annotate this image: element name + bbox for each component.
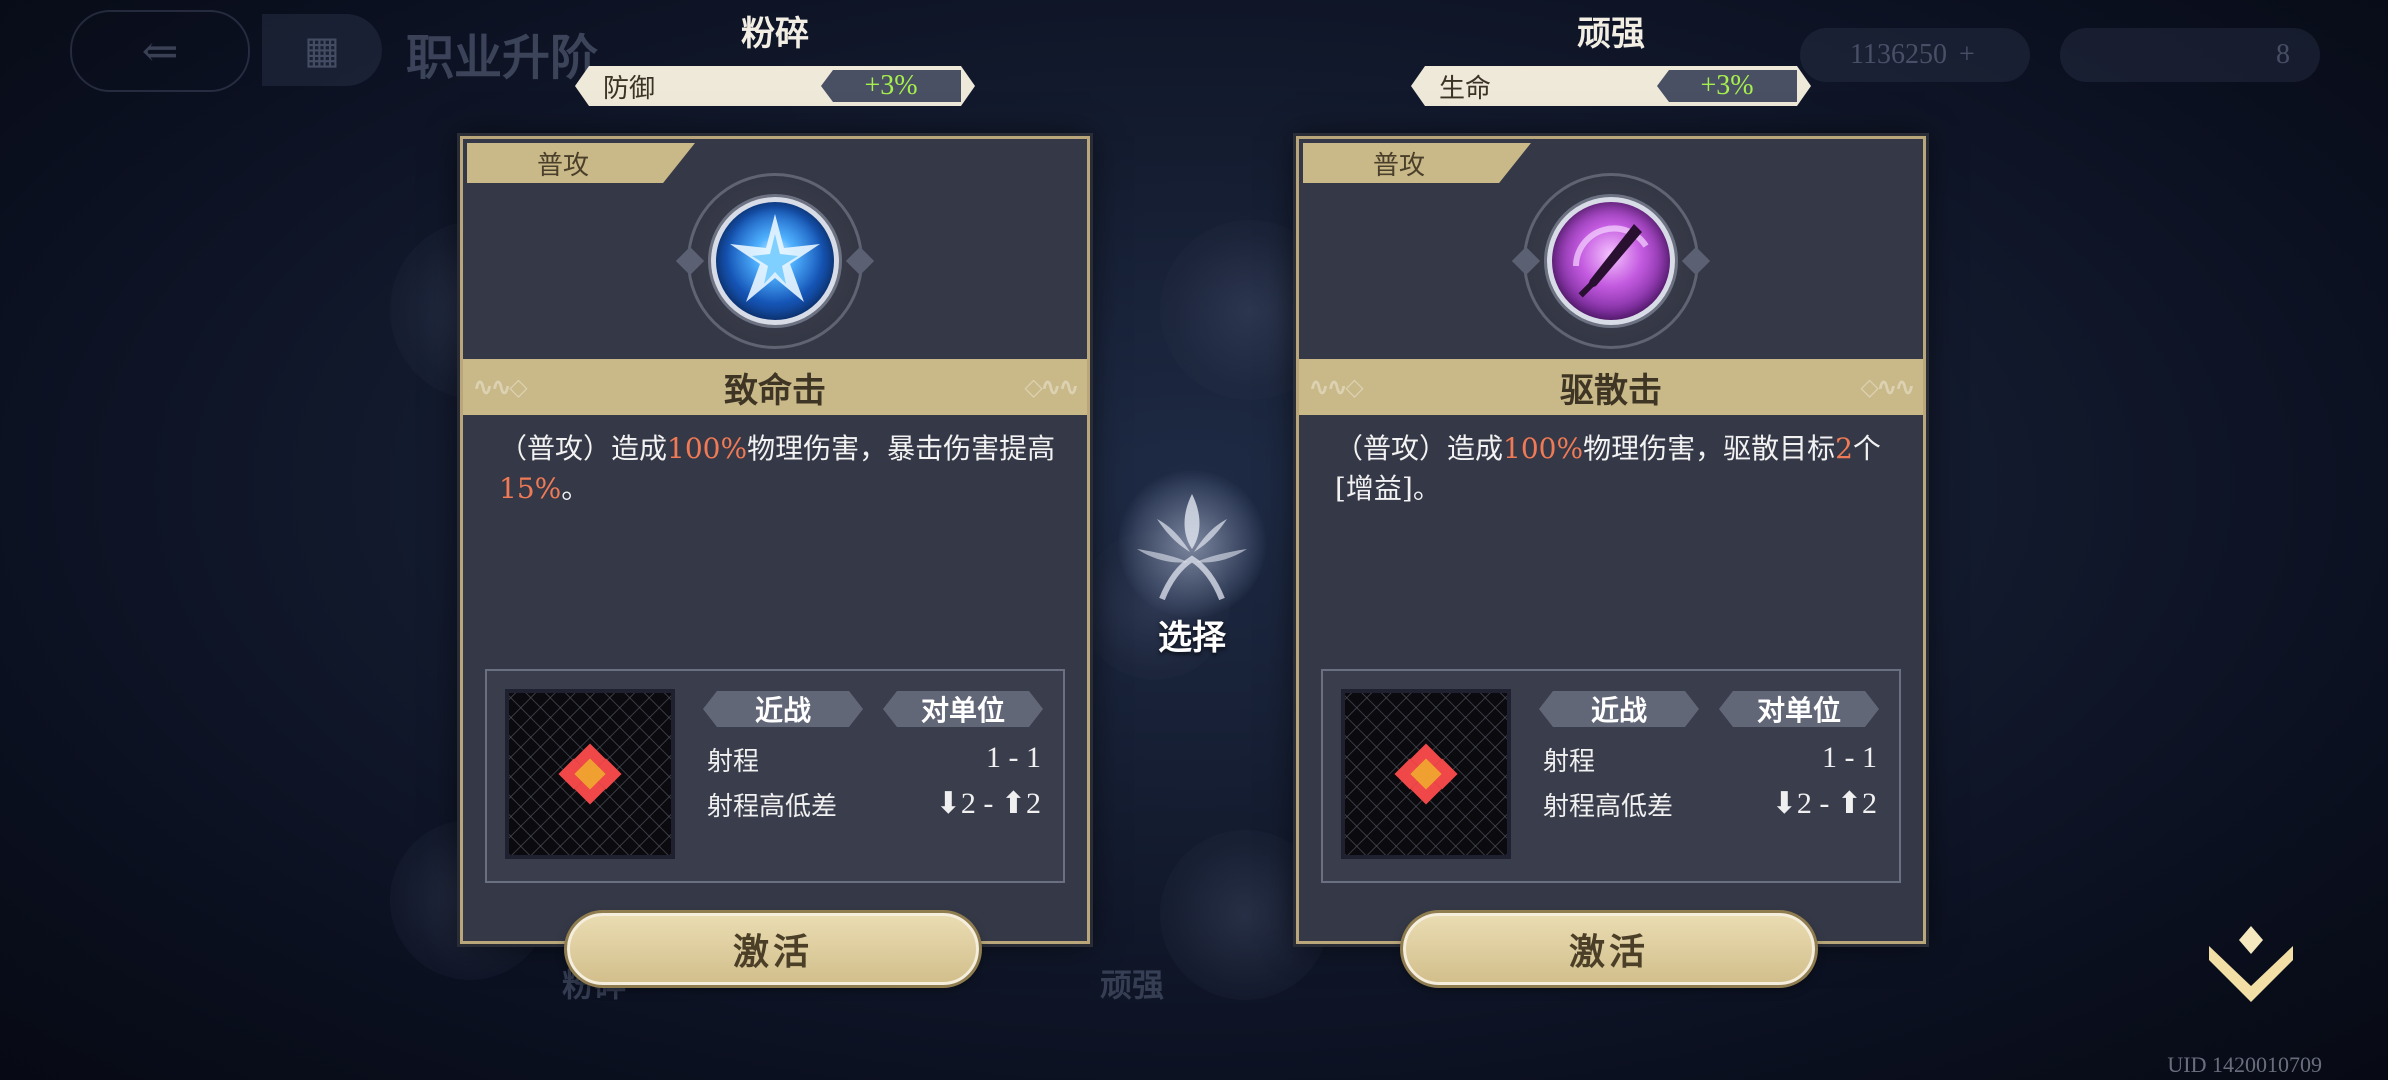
skill-type-tag: 普攻 bbox=[1303, 143, 1531, 183]
resource-counter: 1136250 + bbox=[1800, 28, 2030, 82]
collapse-button[interactable] bbox=[2196, 918, 2306, 1008]
resource-add-icon[interactable]: + bbox=[1959, 39, 1975, 71]
stat-value: +3% bbox=[1657, 70, 1797, 102]
range-row: 射程 1 - 1 bbox=[1543, 741, 1877, 778]
target-type-pill: 对单位 bbox=[1719, 691, 1879, 727]
skill-description: （普攻）造成100%物理伤害，暴击伤害提高15%。 bbox=[499, 432, 1056, 505]
stat-value: +3% bbox=[821, 70, 961, 102]
second-resource-counter: 8 bbox=[2060, 28, 2320, 82]
resource-value: 1136250 bbox=[1850, 39, 1947, 70]
skill-info-panel: 近战 对单位 射程 1 - 1 射程高低差 ⬇2 - ⬆2 bbox=[485, 669, 1065, 883]
height-diff-label: 射程高低差 bbox=[1543, 792, 1674, 822]
skill-card-right[interactable]: 普攻 ∿∿◇ 驱散击 ◇∿∿ （普攻）造成100%物理伤害，驱散目标2个[增益]… bbox=[1296, 136, 1926, 985]
skill-card-left[interactable]: 普攻 ∿∿◇ 致命击 ◇∿∿ （普攻）造成100%物理伤害，暴击伤害提高15%。… bbox=[460, 136, 1090, 985]
choice-name: 顽强 bbox=[1577, 14, 1645, 54]
bg-label-right: 顽强 bbox=[1100, 966, 1165, 1004]
height-diff-value: ⬇2 - ⬆2 bbox=[1771, 787, 1877, 820]
back-arrow-icon: ⇐ bbox=[141, 25, 179, 77]
skill-name: 驱散击 bbox=[1560, 370, 1662, 411]
skill-info-panel: 近战 对单位 射程 1 - 1 射程高低差 ⬇2 - ⬆2 bbox=[1321, 669, 1901, 883]
skill-name: 致命击 bbox=[724, 370, 826, 411]
height-diff-value: ⬇2 - ⬆2 bbox=[935, 787, 1041, 820]
select-label: 选择 bbox=[1158, 618, 1226, 658]
stat-bonus-bar: 防御 +3% bbox=[575, 66, 975, 106]
menu-button[interactable]: ▦ bbox=[262, 14, 382, 86]
stat-bonus-bar: 生命 +3% bbox=[1411, 66, 1811, 106]
skill-name-bar: ∿∿◇ 致命击 ◇∿∿ bbox=[463, 359, 1087, 415]
second-resource-value: 8 bbox=[2276, 39, 2290, 70]
height-diff-label: 射程高低差 bbox=[707, 792, 838, 822]
activate-button[interactable]: 激活 bbox=[567, 913, 979, 985]
user-id: UID 1420010709 bbox=[2167, 1052, 2322, 1077]
range-diagram bbox=[505, 689, 675, 859]
activate-button[interactable]: 激活 bbox=[1403, 913, 1815, 985]
height-diff-row: 射程高低差 ⬇2 - ⬆2 bbox=[707, 786, 1041, 823]
back-button[interactable]: ⇐ bbox=[70, 10, 250, 92]
skill-description: （普攻）造成100%物理伤害，驱散目标2个[增益]。 bbox=[1335, 432, 1881, 505]
ornament-icon: ∿∿◇ bbox=[473, 372, 528, 401]
skill-icon-frame bbox=[1523, 173, 1699, 349]
shattered-star-icon bbox=[711, 197, 839, 325]
skill-type-tag: 普攻 bbox=[467, 143, 695, 183]
ornament-icon: ◇∿∿ bbox=[1024, 372, 1079, 401]
range-label: 射程 bbox=[707, 747, 760, 777]
choice-name: 粉碎 bbox=[741, 14, 809, 54]
skill-name-bar: ∿∿◇ 驱散击 ◇∿∿ bbox=[1299, 359, 1923, 415]
ornament-icon: ◇∿∿ bbox=[1860, 372, 1915, 401]
ornament-icon: ∿∿◇ bbox=[1309, 372, 1364, 401]
tree-emblem-icon bbox=[1118, 470, 1266, 618]
range-diagram bbox=[1341, 689, 1511, 859]
height-diff-row: 射程高低差 ⬇2 - ⬆2 bbox=[1543, 786, 1877, 823]
target-type-pill: 对单位 bbox=[883, 691, 1043, 727]
chevron-down-icon bbox=[2209, 926, 2293, 1002]
range-value: 1 - 1 bbox=[1822, 741, 1877, 774]
skill-icon-frame bbox=[687, 173, 863, 349]
attack-type-pill: 近战 bbox=[1539, 691, 1699, 727]
range-label: 射程 bbox=[1543, 747, 1596, 777]
attack-type-pill: 近战 bbox=[703, 691, 863, 727]
dispel-sword-icon bbox=[1547, 197, 1675, 325]
range-value: 1 - 1 bbox=[986, 741, 1041, 774]
range-row: 射程 1 - 1 bbox=[707, 741, 1041, 778]
grid-menu-icon: ▦ bbox=[304, 28, 340, 72]
choice-header-left: 粉碎 防御 +3% bbox=[570, 10, 980, 106]
select-emblem: 选择 bbox=[1112, 470, 1272, 670]
choice-header-right: 顽强 生命 +3% bbox=[1406, 10, 1816, 106]
